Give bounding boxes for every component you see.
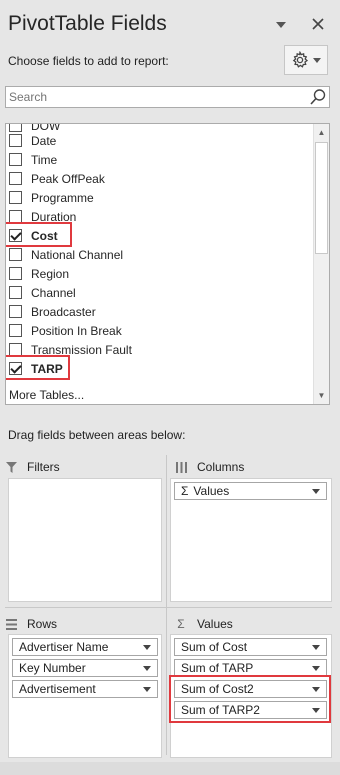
sigma-icon: Σ (181, 484, 189, 498)
chevron-down-icon[interactable] (143, 644, 151, 650)
columns-icon (175, 461, 187, 473)
checkbox[interactable] (9, 267, 22, 280)
field-label: Region (31, 266, 70, 281)
columns-area: Columns (175, 455, 333, 479)
field-item-broadcaster[interactable]: Broadcaster (6, 302, 314, 321)
filters-area: Filters (5, 455, 163, 479)
values-header: Σ Values (175, 612, 333, 636)
choose-fields-label: Choose fields to add to report: (8, 54, 169, 68)
field-pill-label: Advertisement (19, 682, 96, 696)
field-label: Channel (31, 285, 76, 300)
field-item-peak-offpeak[interactable]: Peak OffPeak (6, 169, 314, 188)
tools-button[interactable] (284, 45, 328, 75)
rows-title: Rows (27, 617, 58, 631)
values-item-sum-of-cost[interactable]: Sum of Cost (174, 638, 327, 656)
search-field[interactable] (5, 86, 330, 108)
filters-header: Filters (5, 455, 163, 479)
field-label: Date (31, 133, 57, 148)
chevron-down-icon[interactable] (143, 686, 151, 692)
rows-item-advertisement[interactable]: Advertisement (12, 680, 158, 698)
values-title: Values (197, 617, 233, 631)
columns-header: Columns (175, 455, 333, 479)
field-item-channel[interactable]: Channel (6, 283, 314, 302)
checkbox[interactable] (9, 286, 22, 299)
field-label: Programme (31, 190, 94, 205)
values-area: Σ Values (175, 612, 333, 636)
chevron-down-icon[interactable] (270, 14, 292, 36)
rows-item-key-number[interactable]: Key Number (12, 659, 158, 677)
checkbox[interactable] (9, 248, 22, 261)
columns-item-values[interactable]: Σ Values (174, 482, 327, 500)
rows-icon (5, 618, 17, 630)
field-list-scrollbar[interactable]: ▲ ▼ (313, 124, 329, 404)
sigma-icon: Σ (177, 617, 185, 631)
field-item-position-in-break[interactable]: Position In Break (6, 321, 314, 340)
chevron-down-icon[interactable] (143, 665, 151, 671)
close-icon[interactable] (307, 13, 329, 35)
field-list: DOW Date Time Peak OffPeak Programme Dur… (5, 123, 330, 405)
checkbox[interactable] (9, 324, 22, 337)
filter-icon (5, 461, 17, 473)
field-label: Position In Break (31, 323, 122, 338)
field-item-time[interactable]: Time (6, 150, 314, 169)
highlight-box (6, 355, 70, 380)
checkbox[interactable] (9, 172, 22, 185)
chevron-down-icon (313, 57, 321, 63)
scrollbar-thumb[interactable] (315, 142, 328, 254)
filters-title: Filters (27, 460, 60, 474)
vertical-divider (166, 455, 167, 755)
field-item-date[interactable]: Date (6, 131, 314, 150)
horizontal-divider (5, 607, 332, 608)
field-item-programme[interactable]: Programme (6, 188, 314, 207)
field-pill-label: Values (193, 484, 230, 498)
rows-drop-zone[interactable]: Advertiser Name Key Number Advertisement (8, 634, 162, 758)
field-label: National Channel (31, 247, 124, 262)
field-label: Peak OffPeak (31, 171, 105, 186)
pane-title: PivotTable Fields (8, 12, 167, 35)
gear-icon (291, 51, 309, 69)
more-tables-link[interactable]: More Tables... (9, 388, 84, 402)
rows-item-advertiser-name[interactable]: Advertiser Name (12, 638, 158, 656)
field-item-national-channel[interactable]: National Channel (6, 245, 314, 264)
rows-area: Rows (5, 612, 163, 636)
columns-drop-zone[interactable]: Σ Values (170, 478, 332, 602)
scroll-up-icon[interactable]: ▲ (314, 125, 329, 140)
field-pill-label: Sum of TARP (181, 661, 254, 675)
columns-title: Columns (197, 460, 245, 474)
field-label: Time (31, 152, 58, 167)
highlight-box (6, 222, 72, 247)
search-icon[interactable] (309, 88, 327, 106)
field-pill-label: Advertiser Name (19, 640, 109, 654)
scroll-down-icon[interactable]: ▼ (314, 388, 329, 403)
search-input[interactable] (9, 89, 309, 105)
checkbox[interactable] (9, 153, 22, 166)
highlight-box (169, 675, 331, 723)
field-pill-label: Sum of Cost (181, 640, 248, 654)
chevron-down-icon[interactable] (312, 665, 320, 671)
field-pill-label: Key Number (19, 661, 86, 675)
field-label: Broadcaster (31, 304, 96, 319)
checkbox[interactable] (9, 305, 22, 318)
checkbox[interactable] (9, 191, 22, 204)
pane-bottom-edge (0, 762, 340, 775)
filters-drop-zone[interactable] (8, 478, 162, 602)
checkbox[interactable] (9, 134, 22, 147)
field-item-region[interactable]: Region (6, 264, 314, 283)
rows-header: Rows (5, 612, 163, 636)
chevron-down-icon[interactable] (312, 644, 320, 650)
values-drop-zone[interactable]: Sum of Cost Sum of TARP Sum of Cost2 Sum… (169, 634, 332, 758)
drag-instructions: Drag fields between areas below: (8, 428, 186, 442)
chevron-down-icon[interactable] (312, 488, 320, 494)
